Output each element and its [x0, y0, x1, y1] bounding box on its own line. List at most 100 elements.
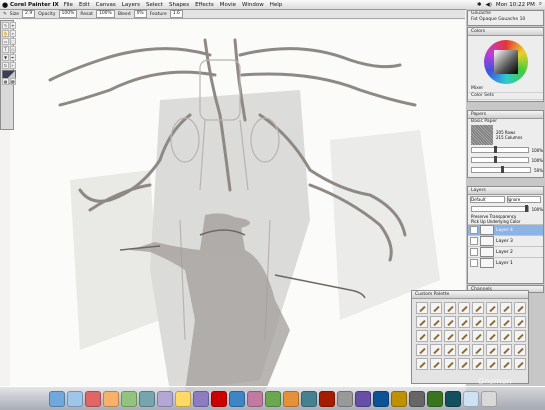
saturation-value-triangle[interactable]: [493, 50, 518, 74]
brush-variant-icon[interactable]: [486, 302, 498, 314]
brush-variant-icon[interactable]: [416, 344, 428, 356]
opacity-field[interactable]: 100%: [58, 10, 78, 18]
paper-selector-icon[interactable]: ▦: [2, 78, 9, 85]
brush-variant-icon[interactable]: [430, 344, 442, 356]
menu-select[interactable]: Select: [146, 2, 163, 8]
brush-variant-icon[interactable]: [458, 344, 470, 356]
paper-contrast-slider[interactable]: [471, 156, 529, 163]
bluetooth-icon[interactable]: ✱: [477, 2, 482, 8]
brush-variant-icon[interactable]: [514, 302, 526, 314]
brush-variant-icon[interactable]: [472, 330, 484, 342]
trash-icon[interactable]: [480, 390, 497, 407]
menu-file[interactable]: File: [64, 2, 73, 8]
mail-icon[interactable]: [84, 390, 101, 407]
brush-variant-icon[interactable]: [500, 316, 512, 328]
firefox-icon[interactable]: [102, 390, 119, 407]
app-icon[interactable]: [372, 390, 389, 407]
paper-texture-swatch[interactable]: [471, 125, 493, 145]
volume-icon[interactable]: ◀): [486, 2, 492, 8]
app-icon[interactable]: [246, 390, 263, 407]
crop-tool-icon[interactable]: ▭: [2, 38, 9, 45]
menu-help[interactable]: Help: [270, 2, 283, 8]
app-icon[interactable]: [390, 390, 407, 407]
app-icon[interactable]: [336, 390, 353, 407]
brush-icon[interactable]: ✎: [3, 12, 7, 17]
brush-variant-icon[interactable]: [444, 302, 456, 314]
brush-variant-icon[interactable]: [500, 302, 512, 314]
brush-variant-icon[interactable]: [514, 358, 526, 370]
brush-variant-icon[interactable]: [416, 358, 428, 370]
brush-variant-icon[interactable]: [444, 344, 456, 356]
brush-variant-icon[interactable]: [486, 330, 498, 342]
folder-icon[interactable]: [462, 390, 479, 407]
layer-row[interactable]: Layer 3: [468, 235, 543, 246]
eye-icon[interactable]: [470, 226, 478, 234]
brush-variant[interactable]: Fat Opaque Gouache 10: [468, 17, 543, 23]
address-book-icon[interactable]: [138, 390, 155, 407]
brush-variant-icon[interactable]: [458, 358, 470, 370]
brush-variant-icon[interactable]: [458, 302, 470, 314]
layer-composite-method[interactable]: Default: [470, 196, 505, 203]
menu-edit[interactable]: Edit: [79, 2, 90, 8]
brush-tool-icon[interactable]: ✎: [2, 22, 9, 29]
app-icon[interactable]: [426, 390, 443, 407]
app-icon[interactable]: [354, 390, 371, 407]
brush-variant-icon[interactable]: [416, 316, 428, 328]
app-icon[interactable]: [300, 390, 317, 407]
menu-movie[interactable]: Movie: [220, 2, 236, 8]
brush-variant-icon[interactable]: [472, 302, 484, 314]
menu-canvas[interactable]: Canvas: [96, 2, 116, 8]
text-tool-icon[interactable]: T: [2, 46, 9, 53]
layer-row[interactable]: Layer 2: [468, 246, 543, 257]
brush-variant-icon[interactable]: [430, 316, 442, 328]
apple-menu-icon[interactable]: ●: [0, 1, 10, 9]
spotlight-icon[interactable]: ⌕: [539, 1, 542, 8]
color-wheel[interactable]: [483, 40, 528, 84]
papers-panel-title[interactable]: Papers: [468, 111, 543, 119]
menu-shapes[interactable]: Shapes: [169, 2, 189, 8]
brush-variant-icon[interactable]: [444, 330, 456, 342]
ichat-icon[interactable]: [120, 390, 137, 407]
brush-variant-icon[interactable]: [486, 358, 498, 370]
painter-icon[interactable]: [318, 390, 335, 407]
calendar-icon[interactable]: [210, 390, 227, 407]
grabber-tool-icon[interactable]: ✋: [2, 30, 9, 37]
dropper-tool-icon[interactable]: ⌖: [9, 22, 16, 29]
brush-variant-icon[interactable]: [416, 330, 428, 342]
resat-field[interactable]: 100%: [95, 10, 115, 18]
brush-variant-icon[interactable]: [458, 330, 470, 342]
brush-variant-icon[interactable]: [472, 316, 484, 328]
menu-layers[interactable]: Layers: [122, 2, 140, 8]
finder-icon[interactable]: [48, 390, 65, 407]
eye-icon[interactable]: [470, 237, 478, 245]
custom-palette-title[interactable]: Custom Palette: [412, 291, 528, 299]
shape-tool-icon[interactable]: ◇: [9, 46, 16, 53]
brush-variant-icon[interactable]: [444, 316, 456, 328]
paper-scale-slider[interactable]: [471, 146, 529, 153]
brush-variant-icon[interactable]: [430, 302, 442, 314]
brush-variant-icon[interactable]: [472, 358, 484, 370]
fill-tool-icon[interactable]: ▼: [2, 54, 9, 61]
layers-panel-title[interactable]: Layers: [468, 187, 543, 195]
pen-tool-icon[interactable]: ✒: [9, 54, 16, 61]
brush-selector-panel[interactable]: Gouache Fat Opaque Gouache 10: [467, 10, 544, 26]
color-sets-row[interactable]: Color Sets: [468, 93, 543, 100]
rotate-tool-icon[interactable]: ↻: [2, 62, 9, 69]
menu-window[interactable]: Window: [242, 2, 264, 8]
safari-icon[interactable]: [66, 390, 83, 407]
layer-adjuster-icon[interactable]: ⊹: [9, 62, 16, 69]
layer-row[interactable]: Layer 1: [468, 257, 543, 268]
brush-variant-icon[interactable]: [514, 330, 526, 342]
brush-variant-icon[interactable]: [486, 344, 498, 356]
painting-canvas[interactable]: [10, 20, 465, 392]
pattern-selector-icon[interactable]: ▩: [9, 78, 16, 85]
brush-variant-icon[interactable]: [444, 358, 456, 370]
mixer-row[interactable]: Mixer: [468, 86, 543, 93]
eye-icon[interactable]: [470, 248, 478, 256]
brush-variant-icon[interactable]: [500, 358, 512, 370]
itunes-icon[interactable]: [228, 390, 245, 407]
app-icon[interactable]: [444, 390, 461, 407]
layer-composite-depth[interactable]: Ignore: [506, 196, 541, 203]
feature-field[interactable]: 1.6: [169, 10, 183, 18]
app-icon[interactable]: [282, 390, 299, 407]
